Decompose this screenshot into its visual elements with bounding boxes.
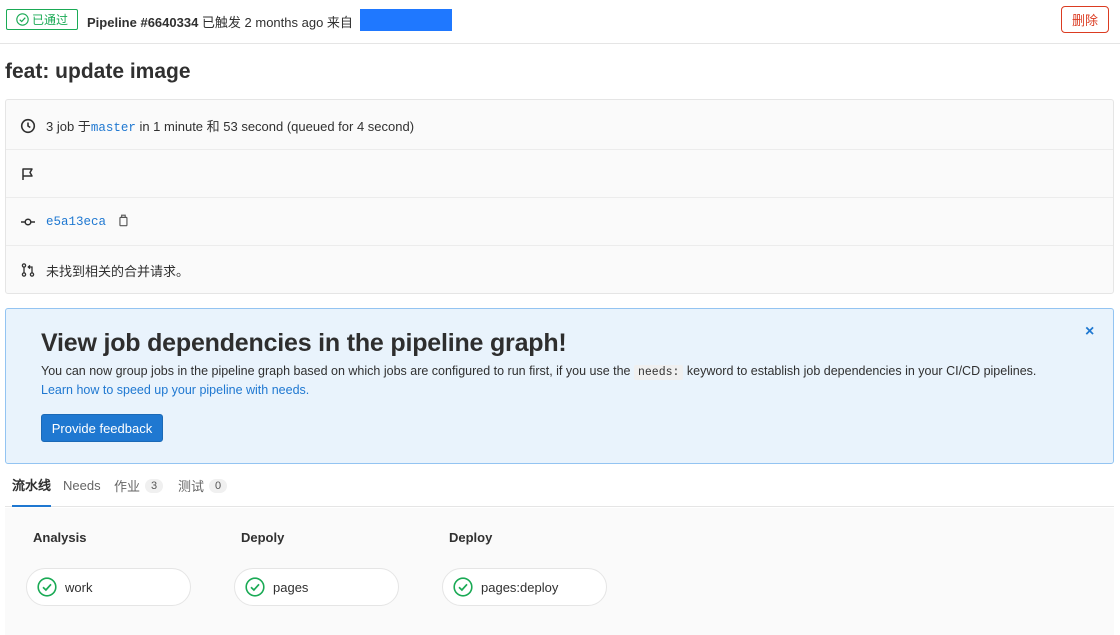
tab-jobs-count: 3 [145, 478, 164, 493]
banner-text-before: You can now group jobs in the pipeline g… [41, 364, 634, 378]
jobs-count-text: 3 job 于 [46, 119, 91, 134]
merge-request-row: 未找到相关的合并请求。 [6, 246, 1113, 294]
branch-link[interactable]: master [91, 121, 136, 135]
tab-tests-count: 0 [209, 478, 228, 493]
status-badge[interactable]: 已通过 [6, 9, 78, 30]
tab-needs-label: Needs [63, 478, 101, 493]
delete-button[interactable]: 删除 [1061, 6, 1109, 33]
job-pill[interactable]: work [26, 568, 191, 606]
needs-keyword: needs: [633, 365, 684, 380]
status-label: 已通过 [31, 13, 68, 27]
tab-tests-label: 测试 [178, 479, 205, 494]
merge-request-text: 未找到相关的合并请求。 [46, 263, 190, 279]
tab-tests[interactable]: 测试 0 [178, 464, 228, 507]
flag-icon [22, 167, 33, 180]
stage-title: Depoly [241, 530, 285, 545]
copy-icon [119, 214, 128, 227]
pipeline-header: 已通过 Pipeline #6640334 已触发 2 months ago 来… [0, 0, 1120, 44]
commit-sha-link[interactable]: e5a13eca [46, 215, 106, 229]
job-name: work [65, 579, 93, 595]
job-name: pages [273, 579, 309, 595]
check-circle-icon [245, 577, 265, 597]
check-circle-icon [37, 577, 57, 597]
pipeline-tabs: 流水线 Needs 作业 3 测试 0 [5, 464, 1114, 507]
banner-title: View job dependencies in the pipeline gr… [41, 329, 567, 357]
close-icon[interactable]: × [1085, 323, 1094, 341]
check-circle-icon [16, 13, 29, 26]
merge-request-icon [21, 263, 35, 277]
job-pill[interactable]: pages [234, 568, 399, 606]
needs-docs-link[interactable]: Learn how to speed up your pipeline with… [41, 383, 309, 397]
tab-needs[interactable]: Needs [63, 464, 101, 507]
pipeline-info-box: 3 job 于master in 1 minute 和 53 second (q… [5, 99, 1114, 294]
job-pill[interactable]: pages:deploy [442, 568, 607, 606]
tab-pipeline-label: 流水线 [12, 478, 52, 493]
clock-icon [20, 118, 36, 133]
pipeline-meta: Pipeline #6640334 已触发 2 months ago 来自 [87, 12, 353, 31]
copy-commit-button[interactable] [116, 213, 130, 230]
check-circle-icon [453, 577, 473, 597]
tab-pipeline[interactable]: 流水线 [12, 464, 52, 507]
page-title: feat: update image [5, 60, 191, 83]
commit-icon [21, 217, 35, 226]
banner-text-after: keyword to establish job dependencies in… [683, 364, 1037, 378]
triggered-text: 已触发 2 months ago 来自 [198, 15, 353, 30]
pipeline-graph: Analysis work Depoly pages Deploy pages:… [5, 508, 1114, 635]
commit-row: e5a13eca [6, 198, 1113, 246]
needs-promo-banner: View job dependencies in the pipeline gr… [5, 308, 1114, 464]
banner-description: You can now group jobs in the pipeline g… [41, 364, 1037, 380]
stage-title: Analysis [33, 530, 87, 545]
job-name: pages:deploy [481, 579, 559, 595]
stage-title: Deploy [449, 530, 493, 545]
flag-row [6, 150, 1113, 198]
duration-text: in 1 minute 和 53 second (queued for 4 se… [135, 119, 415, 134]
jobs-duration-row: 3 job 于master in 1 minute 和 53 second (q… [6, 102, 1113, 150]
pipeline-id: Pipeline #6640334 [87, 15, 199, 30]
tab-jobs-label: 作业 [114, 479, 141, 494]
jobs-duration-text: 3 job 于master in 1 minute 和 53 second (q… [46, 116, 414, 135]
redacted-user-box [360, 9, 452, 31]
provide-feedback-button[interactable]: Provide feedback [41, 414, 163, 442]
tab-jobs[interactable]: 作业 3 [114, 464, 164, 507]
